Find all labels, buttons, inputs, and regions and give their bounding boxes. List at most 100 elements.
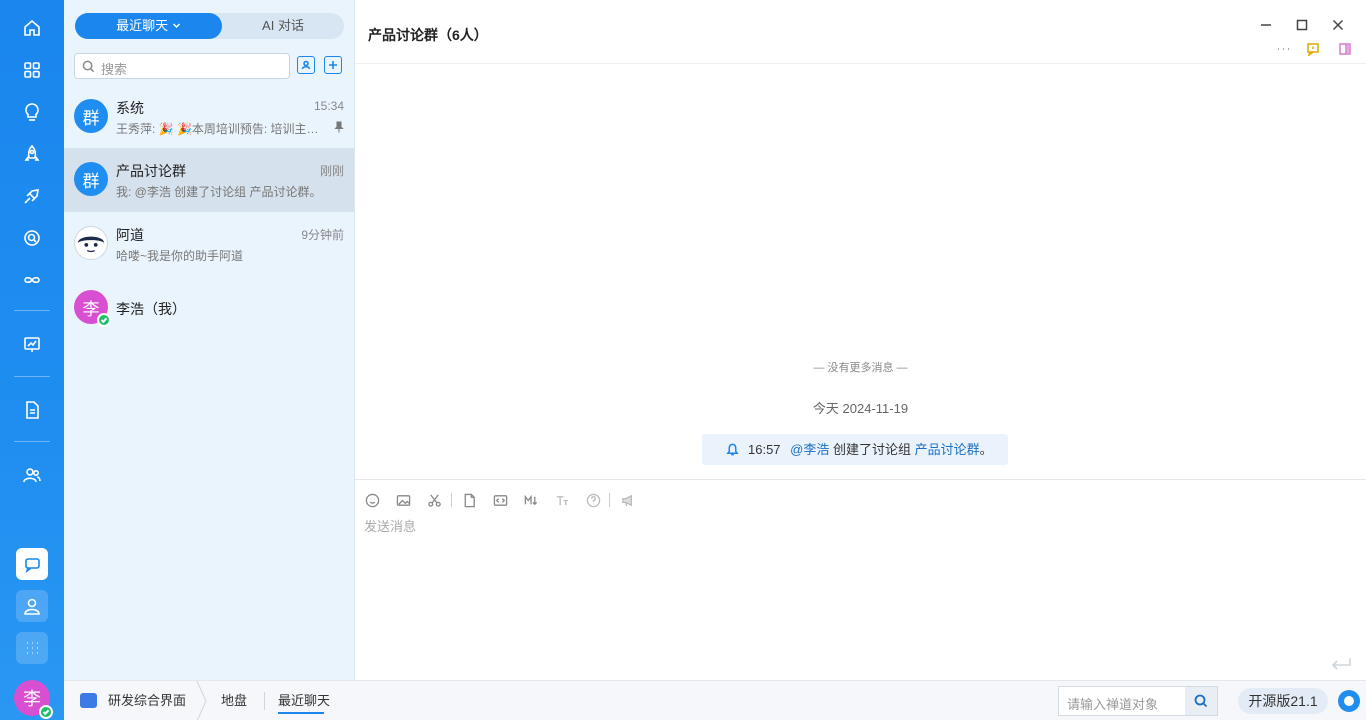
breadcrumb-workspace[interactable]: 研发综合界面 (108, 681, 186, 720)
minimize-icon[interactable] (1257, 16, 1275, 34)
lightbulb-icon[interactable] (16, 96, 48, 128)
date-divider: 今天 2024-11-19 (812, 401, 909, 416)
chat-name: 系统 (116, 100, 144, 116)
list-item[interactable]: 群 系统 15:34 王秀萍: 🎉 🎉本周培训预告: 培训主… (64, 85, 354, 149)
text-format-icon[interactable] (553, 491, 571, 509)
list-item[interactable]: 李 李浩（我） (64, 276, 354, 340)
avatar[interactable]: 李 (14, 680, 53, 719)
user-icon[interactable] (16, 590, 48, 622)
toolbar-divider (609, 493, 610, 507)
more-icon[interactable] (1275, 41, 1291, 57)
grid-icon[interactable] (16, 632, 48, 664)
search-placeholder: 搜索 (101, 62, 128, 77)
active-tab-indicator (278, 712, 324, 714)
user-avatar: 李 (74, 290, 111, 327)
contacts-icon (301, 60, 311, 70)
no-more-messages: — 没有更多消息 — (813, 362, 908, 374)
chat-time: 9分钟前 (301, 228, 344, 242)
breadcrumb-chevron-icon (196, 681, 207, 720)
list-item[interactable]: 群 产品讨论群 刚刚 我: @李浩 创建了讨论组 产品讨论群。 (64, 148, 354, 212)
nav-divider (14, 310, 50, 311)
team-icon[interactable] (16, 459, 48, 491)
monitor-icon (80, 693, 97, 708)
nav-divider (14, 376, 50, 377)
breadcrumb-dashboard[interactable]: 地盘 (221, 681, 247, 720)
group-avatar: 群 (74, 162, 108, 196)
chat-name: 阿道 (116, 227, 144, 243)
group-avatar: 群 (74, 99, 108, 133)
bell-icon (726, 443, 739, 456)
markdown-icon[interactable] (522, 491, 540, 509)
rocket-icon[interactable] (16, 138, 48, 170)
left-nav: 李 (0, 0, 64, 720)
image-icon[interactable] (394, 491, 412, 509)
message-input[interactable]: 发送消息 (364, 516, 416, 535)
avatar-char: 李 (23, 689, 41, 709)
online-status-icon (39, 705, 53, 719)
pin-icon (334, 121, 344, 133)
megaphone-icon[interactable] (619, 491, 637, 509)
chat-tabs: 最近聊天 AI 对话 (75, 13, 344, 39)
chat-preview: 哈喽~我是你的助手阿道 (116, 249, 244, 263)
toolbar-divider (451, 493, 452, 507)
code-icon[interactable] (491, 491, 509, 509)
status-bar: 研发综合界面 地盘 最近聊天 请输入禅道对象 开源版21.1 (64, 680, 1366, 720)
list-item[interactable]: 阿道 9分钟前 哈喽~我是你的助手阿道 (64, 212, 354, 276)
notice-text: 创建了讨论组 (829, 442, 915, 457)
app-logo-icon[interactable] (1338, 690, 1360, 712)
notice-end: 。 (979, 442, 993, 457)
group-link[interactable]: 产品讨论群 (915, 442, 980, 457)
chart-board-icon[interactable] (16, 329, 48, 361)
chat-preview: 王秀萍: 🎉 🎉本周培训预告: 培训主… (116, 122, 319, 136)
chevron-down-icon (172, 23, 180, 29)
robot-face-icon (75, 227, 107, 259)
scissors-icon[interactable] (425, 491, 443, 509)
search-circle-icon[interactable] (16, 222, 48, 254)
online-status-icon (97, 313, 111, 327)
chat-name: 李浩（我） (116, 301, 186, 317)
notice-time: 16:57 (748, 442, 781, 457)
chat-time: 15:34 (313, 99, 344, 113)
contacts-button[interactable] (297, 56, 315, 74)
object-search-button[interactable] (1185, 687, 1217, 715)
mention-link[interactable]: @李浩 (790, 442, 829, 457)
app-window: 李 最近聊天 AI 对话 搜索 群 系统 15:34 王秀萍: 🎉 🎉本周培训预… (0, 0, 1366, 720)
breadcrumb-divider (264, 692, 265, 710)
chat-preview: 我: @李浩 创建了讨论组 产品讨论群。 (116, 185, 322, 199)
tab-recent-chats[interactable]: 最近聊天 (75, 13, 222, 39)
chat-list-panel: 最近聊天 AI 对话 搜索 群 系统 15:34 王秀萍: 🎉 🎉本周培训预告:… (64, 0, 355, 680)
nav-divider (14, 441, 50, 442)
page-title: 产品讨论群（6人） (368, 27, 488, 43)
chat-icon[interactable] (16, 548, 48, 580)
tab-ai-chat[interactable]: AI 对话 (222, 13, 344, 39)
maximize-icon[interactable] (1293, 16, 1311, 34)
chat-name: 产品讨论群 (116, 163, 186, 179)
message-composer: 发送消息 (355, 479, 1366, 680)
infinity-icon[interactable] (16, 264, 48, 296)
object-search-placeholder: 请输入禅道对象 (1067, 697, 1159, 712)
emoji-icon[interactable] (363, 491, 381, 509)
search-icon (1194, 694, 1208, 708)
system-notice: 16:57 @李浩 创建了讨论组 产品讨论群。 (702, 434, 1008, 465)
add-chat-button[interactable] (324, 56, 342, 74)
plus-icon (329, 61, 337, 69)
notice-board-icon[interactable] (1305, 41, 1321, 57)
chat-header: 产品讨论群（6人） (355, 0, 1366, 64)
assistant-avatar (74, 226, 108, 260)
file-icon[interactable] (460, 491, 478, 509)
chat-time: 刚刚 (319, 164, 344, 178)
search-input[interactable]: 搜索 (74, 53, 290, 79)
breadcrumb-recent-chats[interactable]: 最近聊天 (278, 681, 330, 720)
apps-icon[interactable] (16, 54, 48, 86)
search-icon (82, 60, 95, 73)
tab-recent-label: 最近聊天 (116, 18, 169, 33)
sidebar-toggle-icon[interactable] (1337, 41, 1353, 57)
send-enter-icon[interactable] (1330, 656, 1352, 672)
version-badge[interactable]: 开源版21.1 (1238, 688, 1328, 714)
close-icon[interactable] (1329, 16, 1347, 34)
help-icon[interactable] (584, 491, 602, 509)
object-search-input[interactable]: 请输入禅道对象 (1058, 686, 1218, 716)
sprint-icon[interactable] (16, 180, 48, 212)
home-icon[interactable] (16, 12, 48, 44)
document-icon[interactable] (16, 394, 48, 426)
